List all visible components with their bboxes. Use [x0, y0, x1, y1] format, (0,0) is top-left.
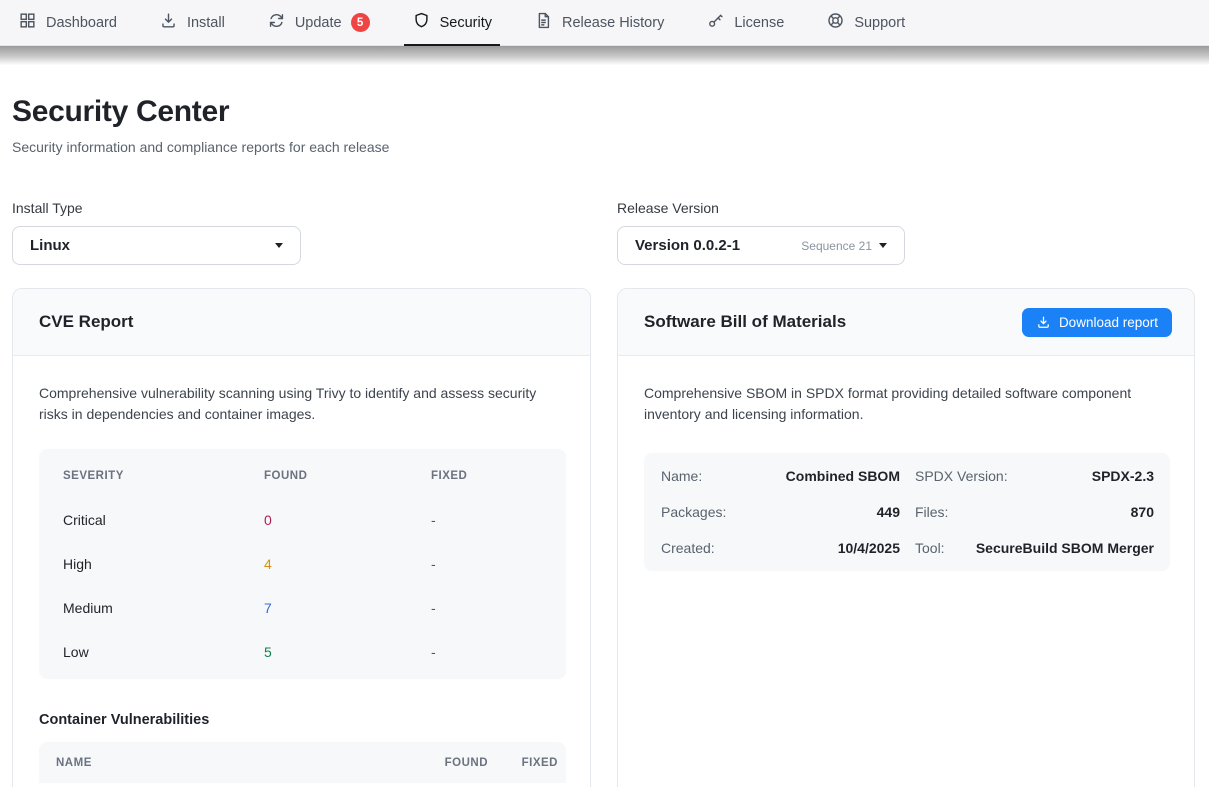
- download-icon: [159, 11, 178, 34]
- table-row: Critical 0 -: [39, 498, 566, 542]
- found-count: 7: [264, 600, 431, 616]
- nav-item-license[interactable]: License: [698, 0, 792, 45]
- severity-label: Critical: [63, 512, 264, 528]
- fixed-count: -: [431, 556, 566, 572]
- sbom-card-title: Software Bill of Materials: [644, 312, 846, 332]
- sbom-detail-spdx-version: SPDX Version: SPDX-2.3: [915, 458, 1154, 494]
- table-row: High 4 -: [39, 542, 566, 586]
- sbom-detail-created: Created: 10/4/2025: [661, 530, 900, 566]
- top-navigation: Dashboard Install Update 5 Security: [0, 0, 1209, 46]
- release-version-filter: Release Version Version 0.0.2-1 Sequence…: [617, 200, 1195, 265]
- severity-label: Low: [63, 644, 264, 660]
- cve-card-header: CVE Report: [13, 289, 590, 356]
- download-report-button[interactable]: Download report: [1022, 308, 1172, 337]
- sbom-detail-files: Files: 870: [915, 494, 1154, 530]
- sbom-card-header: Software Bill of Materials Download repo…: [618, 289, 1194, 356]
- column-header: FOUND: [413, 757, 488, 769]
- table-row: Medium 7 -: [39, 586, 566, 630]
- nav-item-update[interactable]: Update 5: [259, 0, 378, 45]
- security-center-page: Security Center Security information and…: [0, 95, 1209, 787]
- detail-value: Combined SBOM: [786, 468, 900, 484]
- severity-label: High: [63, 556, 264, 572]
- sbom-detail-name: Name: Combined SBOM: [661, 458, 900, 494]
- found-count: 0: [264, 512, 431, 528]
- nav-item-install[interactable]: Install: [151, 0, 233, 45]
- detail-label: Name:: [661, 468, 702, 484]
- release-sequence-label: Sequence 21: [801, 239, 872, 253]
- nav-item-support[interactable]: Support: [818, 0, 913, 45]
- page-title: Security Center: [12, 95, 1195, 129]
- column-header: NAME: [56, 757, 413, 769]
- nav-item-label: Support: [854, 15, 905, 31]
- sbom-card: Software Bill of Materials Download repo…: [617, 288, 1195, 787]
- found-count: 4: [264, 556, 431, 572]
- chevron-down-icon: [275, 243, 283, 248]
- nav-item-release-history[interactable]: Release History: [526, 0, 672, 45]
- detail-label: Created:: [661, 540, 715, 556]
- detail-label: SPDX Version:: [915, 468, 1008, 484]
- dashboard-grid-icon: [18, 11, 37, 34]
- filters-row: Install Type Linux Release Version Versi…: [12, 200, 1195, 265]
- nav-item-label: Install: [187, 15, 225, 31]
- refresh-icon: [267, 11, 286, 34]
- column-header: FOUND: [264, 470, 431, 482]
- sbom-description: Comprehensive SBOM in SPDX format provid…: [644, 383, 1170, 425]
- sbom-detail-packages: Packages: 449: [661, 494, 900, 530]
- column-header: SEVERITY: [63, 470, 264, 482]
- nav-item-label: Security: [440, 15, 492, 31]
- fixed-count: -: [431, 512, 566, 528]
- download-report-label: Download report: [1059, 315, 1158, 330]
- fixed-count: -: [431, 600, 566, 616]
- found-count: 5: [264, 644, 431, 660]
- cve-description: Comprehensive vulnerability scanning usi…: [39, 383, 566, 425]
- lifebuoy-icon: [826, 11, 845, 34]
- document-icon: [534, 11, 553, 34]
- nav-item-label: Dashboard: [46, 15, 117, 31]
- sbom-detail-tool: Tool: SecureBuild SBOM Merger: [915, 530, 1154, 566]
- download-icon: [1036, 315, 1051, 330]
- cve-card-title: CVE Report: [39, 312, 133, 332]
- update-count-badge: 5: [351, 13, 370, 32]
- detail-value: 449: [877, 504, 900, 520]
- severity-label: Medium: [63, 600, 264, 616]
- container-vulnerabilities-header: NAME FOUND FIXED: [39, 742, 566, 783]
- chevron-down-icon: [879, 243, 887, 248]
- cve-card-body: Comprehensive vulnerability scanning usi…: [13, 356, 590, 787]
- detail-label: Tool:: [915, 540, 945, 556]
- detail-value: 870: [1131, 504, 1154, 520]
- detail-label: Packages:: [661, 504, 726, 520]
- release-version-label: Release Version: [617, 200, 1195, 216]
- detail-value: SPDX-2.3: [1092, 468, 1154, 484]
- fixed-count: -: [431, 644, 566, 660]
- severity-table-header: SEVERITY FOUND FIXED: [39, 454, 566, 498]
- install-type-value: Linux: [30, 237, 70, 254]
- nav-item-dashboard[interactable]: Dashboard: [10, 0, 125, 45]
- install-type-filter: Install Type Linux: [12, 200, 591, 265]
- release-version-select[interactable]: Version 0.0.2-1 Sequence 21: [617, 226, 905, 265]
- shield-icon: [412, 11, 431, 34]
- container-vulnerabilities-title: Container Vulnerabilities: [39, 712, 566, 728]
- nav-item-label: Release History: [562, 15, 664, 31]
- report-cards: CVE Report Comprehensive vulnerability s…: [12, 288, 1195, 787]
- install-type-select[interactable]: Linux: [12, 226, 301, 265]
- nav-item-label: Update: [295, 15, 342, 31]
- page-subtitle: Security information and compliance repo…: [12, 139, 1195, 155]
- column-header: FIXED: [431, 470, 566, 482]
- detail-value: 10/4/2025: [838, 540, 900, 556]
- nav-item-label: License: [734, 15, 784, 31]
- detail-value: SecureBuild SBOM Merger: [976, 540, 1154, 556]
- detail-label: Files:: [915, 504, 948, 520]
- sbom-card-body: Comprehensive SBOM in SPDX format provid…: [618, 356, 1194, 595]
- nav-item-security[interactable]: Security: [404, 0, 500, 45]
- cve-report-card: CVE Report Comprehensive vulnerability s…: [12, 288, 591, 787]
- sbom-details: Name: Combined SBOM SPDX Version: SPDX-2…: [644, 453, 1170, 571]
- install-type-label: Install Type: [12, 200, 591, 216]
- key-icon: [706, 11, 725, 34]
- scroll-shadow: [0, 46, 1209, 65]
- column-header: FIXED: [488, 757, 558, 769]
- release-version-value: Version 0.0.2-1: [635, 237, 740, 254]
- table-row: Low 5 -: [39, 630, 566, 674]
- severity-table: SEVERITY FOUND FIXED Critical 0 - High 4…: [39, 449, 566, 679]
